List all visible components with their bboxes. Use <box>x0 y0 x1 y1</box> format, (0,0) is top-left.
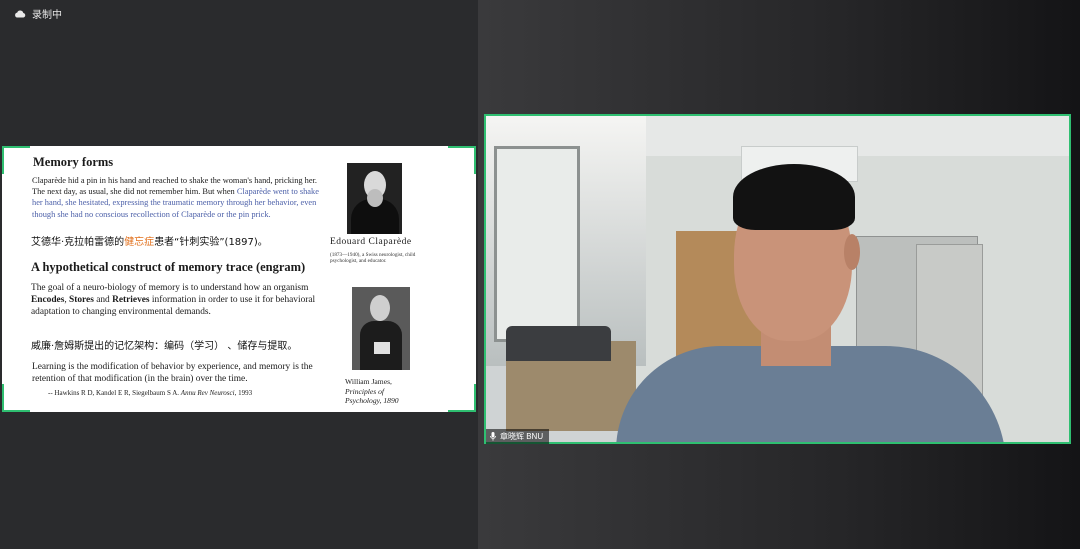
chinese-caption-claparede: 艾德华·克拉帕雷德的健忘症患者“针刺实验”(1897)。 <box>31 233 268 248</box>
recording-label: 录制中 <box>32 10 62 21</box>
shared-screen-pane: 录制中 Memory forms Claparède hid a pin in … <box>0 0 478 549</box>
cloud-icon <box>15 10 26 17</box>
participant-name: 章晓辉 BNU <box>500 432 544 441</box>
chinese-caption-pre: 艾德华·克拉帕雷德的 <box>31 237 125 248</box>
bold-term-retrieves: Retrieves <box>112 295 150 305</box>
citation-authors: -- Hawkins R D, Kandel E R, Siegelbaum S… <box>48 389 181 397</box>
speaker-ear <box>844 234 860 270</box>
slide-corner-marker <box>2 384 30 412</box>
citation-year: , 1993 <box>234 389 253 397</box>
paragraph-text: The goal of a neuro-biology of memory is… <box>31 283 309 293</box>
slide-corner-marker <box>448 146 476 174</box>
bold-term-encodes: Encodes <box>31 295 65 305</box>
claparede-paragraph: Claparède hid a pin in his hand and reac… <box>32 175 322 220</box>
speaker-hair <box>733 164 855 230</box>
william-james-caption: William James, Principles of Psychology,… <box>345 377 399 406</box>
james-book-line2: Psychology, 1890 <box>345 396 399 405</box>
citation: -- Hawkins R D, Kandel E R, Siegelbaum S… <box>48 389 252 397</box>
william-james-portrait <box>352 287 410 370</box>
james-name: William James, <box>345 377 392 386</box>
citation-journal: Annu Rev Neurosci <box>180 389 235 397</box>
video-bag <box>506 326 611 361</box>
presentation-slide: Memory forms Claparède hid a pin in his … <box>2 146 476 412</box>
claparede-caption: (1873—1940), a Swiss neurologist, child … <box>330 252 416 264</box>
claparede-portrait <box>347 163 402 234</box>
recording-indicator: 录制中 <box>14 6 62 21</box>
participant-name-tag: 章晓辉 BNU <box>486 429 550 444</box>
neurobiology-paragraph: The goal of a neuro-biology of memory is… <box>31 282 321 318</box>
claparede-name: Edouard Claparède <box>330 237 412 247</box>
slide-heading-memory-forms: Memory forms <box>33 155 114 169</box>
slide-corner-marker <box>2 146 30 174</box>
chinese-caption-post: 患者“针刺实验”(1897)。 <box>154 237 268 248</box>
participant-video[interactable] <box>484 114 1071 444</box>
slide-corner-marker <box>448 384 476 412</box>
slide-heading-engram: A hypothetical construct of memory trace… <box>31 260 306 274</box>
chinese-caption-james: 威廉·詹姆斯提出的记忆架构：编码（学习） 、储存与提取。 <box>31 341 298 352</box>
learning-definition: Learning is the modification of behavior… <box>32 362 313 384</box>
james-book-line1: Principles of <box>345 386 385 396</box>
paragraph-text: and <box>93 295 113 305</box>
bold-term-stores: Stores <box>69 295 94 305</box>
microphone-icon <box>490 432 496 441</box>
chinese-caption-highlight: 健忘症 <box>124 237 155 248</box>
